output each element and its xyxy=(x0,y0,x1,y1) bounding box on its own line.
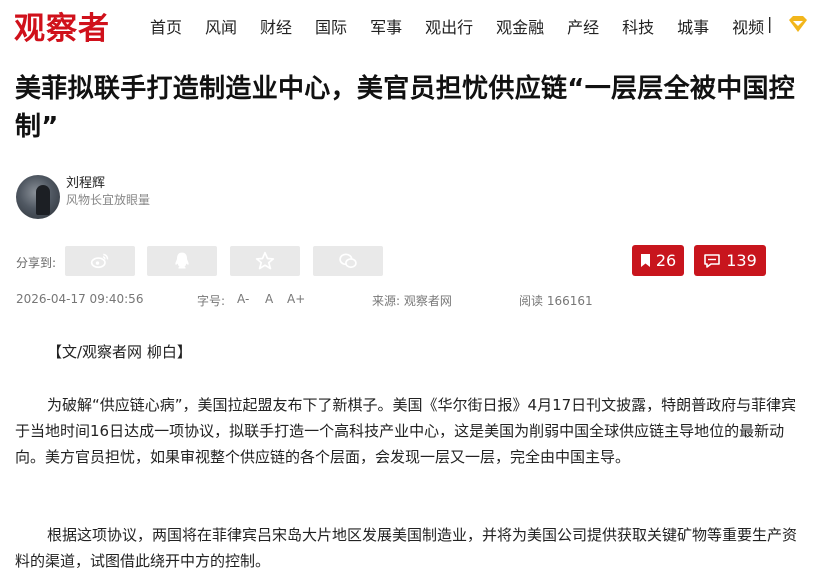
nav-item-video[interactable]: 视频 xyxy=(732,14,764,38)
author-avatar[interactable] xyxy=(16,175,60,219)
vip-diamond-icon[interactable] xyxy=(787,15,809,33)
bookmark-count: 26 xyxy=(655,251,677,270)
share-weibo-button[interactable] xyxy=(65,246,135,276)
nav-item-fintech[interactable]: 观金融 xyxy=(496,14,544,38)
article-source: 来源: 观察者网 xyxy=(372,294,452,308)
article-body: 为破解“供应链心病”，美国拉起盟友布下了新棋子。美国《华尔街日报》4月17日刊文… xyxy=(15,392,798,470)
read-count: 阅读 166161 xyxy=(519,294,593,308)
nav-item-home[interactable]: 首页 xyxy=(150,14,182,38)
nav-item-tech[interactable]: 科技 xyxy=(622,14,654,38)
top-nav: 观察者 首页 风闻 财经 国际 军事 观出行 观金融 产经 科技 城事 视频 | xyxy=(0,0,815,50)
qq-icon xyxy=(175,252,189,269)
author-name[interactable]: 刘程辉 xyxy=(66,172,105,191)
nav-item-finance[interactable]: 财经 xyxy=(260,14,292,38)
nav-menu: 首页 风闻 财经 国际 军事 观出行 观金融 产经 科技 城事 视频 xyxy=(150,14,787,38)
bookmark-icon xyxy=(640,254,650,267)
author-bio: 风物长宜放眼量 xyxy=(66,193,151,207)
nav-item-international[interactable]: 国际 xyxy=(315,14,347,38)
bookmark-button[interactable]: 26 xyxy=(632,245,684,276)
publish-datetime: 2026-04-17 09:40:56 xyxy=(16,292,144,306)
article-body-2: 根据这项协议，两国将在菲律宾吕宋岛大片地区发展美国制造业，并将为美国公司提供获取… xyxy=(15,522,798,574)
weibo-icon xyxy=(90,253,109,269)
comment-count: 139 xyxy=(726,251,757,270)
qzone-star-icon xyxy=(255,251,275,270)
nav-item-industry[interactable]: 产经 xyxy=(567,14,599,38)
share-qq-button[interactable] xyxy=(147,246,217,276)
comment-button[interactable]: 139 xyxy=(694,245,766,276)
share-qzone-button[interactable] xyxy=(230,246,300,276)
nav-item-city[interactable]: 城事 xyxy=(677,14,709,38)
share-label: 分享到: xyxy=(16,256,57,270)
font-size-normal[interactable]: A xyxy=(265,292,273,306)
nav-item-fengwen[interactable]: 风闻 xyxy=(205,14,237,38)
article-byline: 【文/观察者网 柳白】 xyxy=(47,343,192,361)
wechat-icon xyxy=(339,253,357,269)
font-size-decrease[interactable]: A- xyxy=(237,292,249,306)
font-size-label: 字号: xyxy=(197,294,226,308)
share-wechat-button[interactable] xyxy=(313,246,383,276)
font-size-increase[interactable]: A+ xyxy=(287,292,305,306)
article-paragraph: 根据这项协议，两国将在菲律宾吕宋岛大片地区发展美国制造业，并将为美国公司提供获取… xyxy=(15,526,798,570)
site-logo[interactable]: 观察者 xyxy=(14,3,110,48)
nav-separator: | xyxy=(767,14,773,33)
comment-icon xyxy=(704,253,721,268)
article-paragraph: 为破解“供应链心病”，美国拉起盟友布下了新棋子。美国《华尔街日报》4月17日刊文… xyxy=(15,396,797,466)
nav-item-travel[interactable]: 观出行 xyxy=(425,14,473,38)
nav-item-military[interactable]: 军事 xyxy=(370,14,402,38)
article-title: 美菲拟联手打造制造业中心，美官员担忧供应链“一层层全被中国控制” xyxy=(15,74,796,142)
